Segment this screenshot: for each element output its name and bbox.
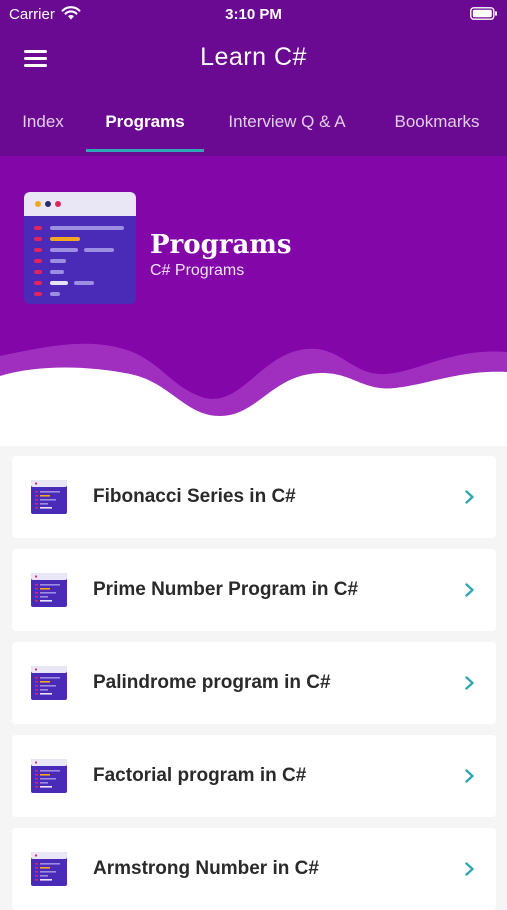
list-item[interactable]: Prime Number Program in C#	[12, 549, 496, 631]
hero-title: Programs	[150, 230, 292, 260]
tab-interview-qa[interactable]: Interview Q & A	[220, 98, 354, 152]
app-title: Learn C#	[200, 43, 307, 71]
hero-subtitle: C# Programs	[150, 262, 245, 279]
list-item-label: Fibonacci Series in C#	[93, 486, 296, 507]
list-item[interactable]: Armstrong Number in C#	[12, 828, 496, 910]
code-editor-icon	[31, 759, 67, 793]
wave-decoration	[0, 343, 507, 446]
chevron-right-icon	[465, 676, 474, 690]
chevron-right-icon	[465, 583, 474, 597]
status-time: 3:10 PM	[225, 6, 282, 23]
code-editor-icon	[31, 480, 67, 514]
active-tab-indicator	[86, 149, 204, 152]
status-bar: Carrier 3:10 PM	[0, 0, 507, 28]
chevron-right-icon	[465, 862, 474, 876]
list-item[interactable]: Factorial program in C#	[12, 735, 496, 817]
code-editor-icon	[31, 852, 67, 886]
tab-programs[interactable]: Programs	[86, 98, 204, 152]
chevron-right-icon	[465, 490, 474, 504]
list-item[interactable]: Fibonacci Series in C#	[12, 456, 496, 538]
tab-index[interactable]: Index	[20, 98, 66, 152]
list-item-label: Palindrome program in C#	[93, 672, 331, 693]
tab-bar: Index Programs Interview Q & A Bookmarks	[0, 98, 507, 154]
code-editor-icon	[24, 192, 136, 304]
list-item-label: Prime Number Program in C#	[93, 579, 359, 600]
app-bar: Learn C#	[0, 30, 507, 90]
battery-icon	[470, 7, 497, 20]
list-item-label: Factorial program in C#	[93, 765, 307, 786]
tab-bookmarks[interactable]: Bookmarks	[388, 98, 486, 152]
top-bar: Carrier 3:10 PM Learn C# Index Programs …	[0, 0, 507, 156]
chevron-right-icon	[465, 769, 474, 783]
code-editor-icon	[31, 573, 67, 607]
list-item[interactable]: Palindrome program in C#	[12, 642, 496, 724]
hero-banner: Programs C# Programs	[0, 156, 507, 446]
list-item-label: Armstrong Number in C#	[93, 858, 319, 879]
code-editor-icon	[31, 666, 67, 700]
